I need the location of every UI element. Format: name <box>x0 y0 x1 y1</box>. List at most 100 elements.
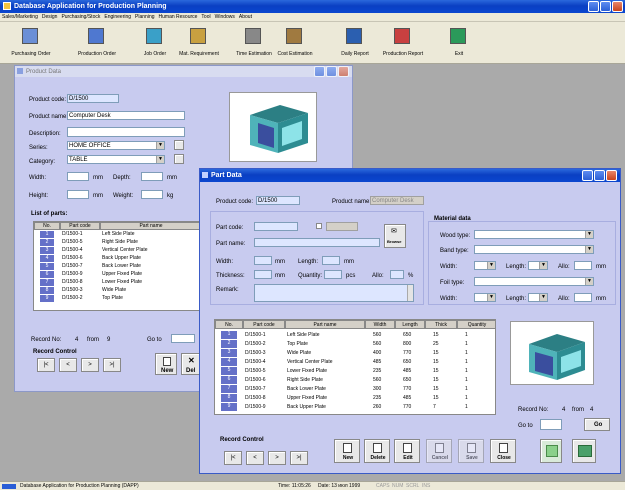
table-cell[interactable]: 235 <box>373 395 381 401</box>
table-cell[interactable]: 7 <box>40 279 54 286</box>
table-cell[interactable]: 235 <box>373 368 381 374</box>
table-cell[interactable]: 300 <box>373 386 381 392</box>
table-cell[interactable]: 6 <box>40 271 54 278</box>
table-cell[interactable]: 1 <box>465 359 468 365</box>
table-cell[interactable]: 770 <box>403 350 411 356</box>
part-allo-field[interactable] <box>390 270 404 279</box>
table-cell[interactable]: Right Side Plate <box>287 377 323 383</box>
description-field[interactable] <box>67 127 185 137</box>
toolbar-button[interactable]: Purchasing Order <box>2 24 60 62</box>
menu-item[interactable]: Design <box>42 14 58 20</box>
toolbar-button[interactable]: Production Order <box>68 24 126 62</box>
table-cell[interactable]: D/1500-8 <box>62 279 83 285</box>
column-header[interactable]: Part code <box>60 222 100 230</box>
toolbar-button[interactable]: Cost Estimation <box>266 24 324 62</box>
table-cell[interactable]: D/1500-1 <box>245 332 266 338</box>
foil-allo-field[interactable] <box>574 293 592 302</box>
table-cell[interactable]: 25 <box>433 341 439 347</box>
column-header[interactable]: No. <box>34 222 60 230</box>
table-cell[interactable]: 4 <box>221 358 237 366</box>
band-length-select[interactable]: ▼ <box>528 261 548 270</box>
chevron-down-icon[interactable]: ▼ <box>585 278 593 285</box>
table-cell[interactable]: 3 <box>40 247 54 254</box>
chevron-down-icon[interactable]: ▼ <box>539 262 547 269</box>
column-header[interactable]: No. <box>215 320 243 329</box>
table-cell[interactable]: D/1500-5 <box>245 368 266 374</box>
table-cell[interactable]: 7 <box>433 404 436 410</box>
part-prev-button[interactable]: < <box>246 451 264 465</box>
toolbar-button[interactable]: Production Report <box>374 24 432 62</box>
table-cell[interactable]: 2 <box>221 340 237 348</box>
close-button[interactable]: Close <box>490 439 516 463</box>
table-cell[interactable]: 8 <box>40 287 54 294</box>
table-cell[interactable]: D/1500-1 <box>62 231 83 237</box>
column-header[interactable]: Width <box>365 320 395 329</box>
part-max-button[interactable] <box>594 170 605 181</box>
part-name-field[interactable] <box>254 238 380 247</box>
table-cell[interactable]: D/1500-8 <box>245 395 266 401</box>
table-cell[interactable]: Top Plate <box>102 295 123 301</box>
table-cell[interactable]: D/1500-4 <box>62 247 83 253</box>
toolbar-button[interactable]: Mat. Requirement <box>170 24 228 62</box>
goto-field[interactable] <box>171 334 195 343</box>
part-checkbox[interactable] <box>316 223 322 229</box>
table-cell[interactable]: 15 <box>433 386 439 392</box>
table-cell[interactable]: 1 <box>465 377 468 383</box>
table-cell[interactable]: 1 <box>465 386 468 392</box>
part-code-field[interactable] <box>254 222 298 231</box>
product-name-field[interactable]: Computer Desk <box>67 111 185 120</box>
table-cell[interactable]: 1 <box>465 350 468 356</box>
table-cell[interactable]: Back Lower Plate <box>287 386 326 392</box>
column-header[interactable]: Part name <box>100 222 200 230</box>
band-width-select[interactable]: ▼ <box>474 261 496 270</box>
height-field[interactable] <box>67 190 89 199</box>
table-cell[interactable]: 560 <box>373 332 381 338</box>
table-cell[interactable]: Wide Plate <box>287 350 311 356</box>
table-cell[interactable]: D/1500-4 <box>245 359 266 365</box>
product-parts-table[interactable]: No. Part code Part name 1 D/1500-1 Left Side … <box>33 221 201 311</box>
column-header[interactable]: Part name <box>285 320 365 329</box>
table-cell[interactable]: Back Upper Plate <box>287 404 326 410</box>
table-cell[interactable]: 9 <box>40 295 54 302</box>
table-cell[interactable]: Back Upper Plate <box>102 255 141 261</box>
table-cell[interactable]: 1 <box>465 395 468 401</box>
table-cell[interactable]: 260 <box>373 404 381 410</box>
part-length-field[interactable] <box>322 256 340 265</box>
column-header[interactable]: Thick <box>425 320 457 329</box>
table-cell[interactable]: 560 <box>373 377 381 383</box>
part-close-button[interactable] <box>606 170 617 181</box>
table-cell[interactable]: Right Side Plate <box>102 239 138 245</box>
part-next-button[interactable]: > <box>268 451 286 465</box>
table-cell[interactable]: 485 <box>403 368 411 374</box>
table-cell[interactable]: 15 <box>433 368 439 374</box>
chevron-down-icon[interactable]: ▼ <box>487 262 495 269</box>
width-field[interactable] <box>67 172 89 181</box>
table-cell[interactable]: Back Lower Plate <box>102 263 141 269</box>
part-goto-field[interactable] <box>540 419 562 430</box>
table-cell[interactable]: Upper Fixed Plate <box>102 271 142 277</box>
table-cell[interactable]: 1 <box>465 404 468 410</box>
table-cell[interactable]: 485 <box>403 395 411 401</box>
table-cell[interactable]: 9 <box>221 403 237 411</box>
menu-item[interactable]: Purchasing/Stock <box>61 14 100 20</box>
table-cell[interactable]: 15 <box>433 332 439 338</box>
image-button[interactable] <box>540 439 562 463</box>
table-cell[interactable]: D/1500-6 <box>245 377 266 383</box>
product-code-field[interactable]: D/1500 <box>67 94 119 103</box>
product-delete-button[interactable]: ✕ Del <box>181 353 201 375</box>
part-last-button[interactable]: >| <box>290 451 308 465</box>
menu-item[interactable]: Planning <box>135 14 154 20</box>
prev-record-button[interactable]: < <box>59 358 77 372</box>
table-cell[interactable]: Left Side Plate <box>287 332 320 338</box>
table-cell[interactable]: 650 <box>403 359 411 365</box>
next-record-button[interactable]: > <box>81 358 99 372</box>
table-cell[interactable]: D/1500-9 <box>245 404 266 410</box>
category-select[interactable]: TABLE ▼ <box>67 155 165 164</box>
table-cell[interactable]: Lower Fixed Plate <box>287 368 327 374</box>
last-record-button[interactable]: >| <box>103 358 121 372</box>
table-cell[interactable]: Upper Fixed Plate <box>287 395 327 401</box>
menu-item[interactable]: Windows <box>215 14 235 20</box>
table-cell[interactable]: 15 <box>433 359 439 365</box>
table-cell[interactable]: Left Side Plate <box>102 231 135 237</box>
product-min-button[interactable] <box>314 66 325 77</box>
